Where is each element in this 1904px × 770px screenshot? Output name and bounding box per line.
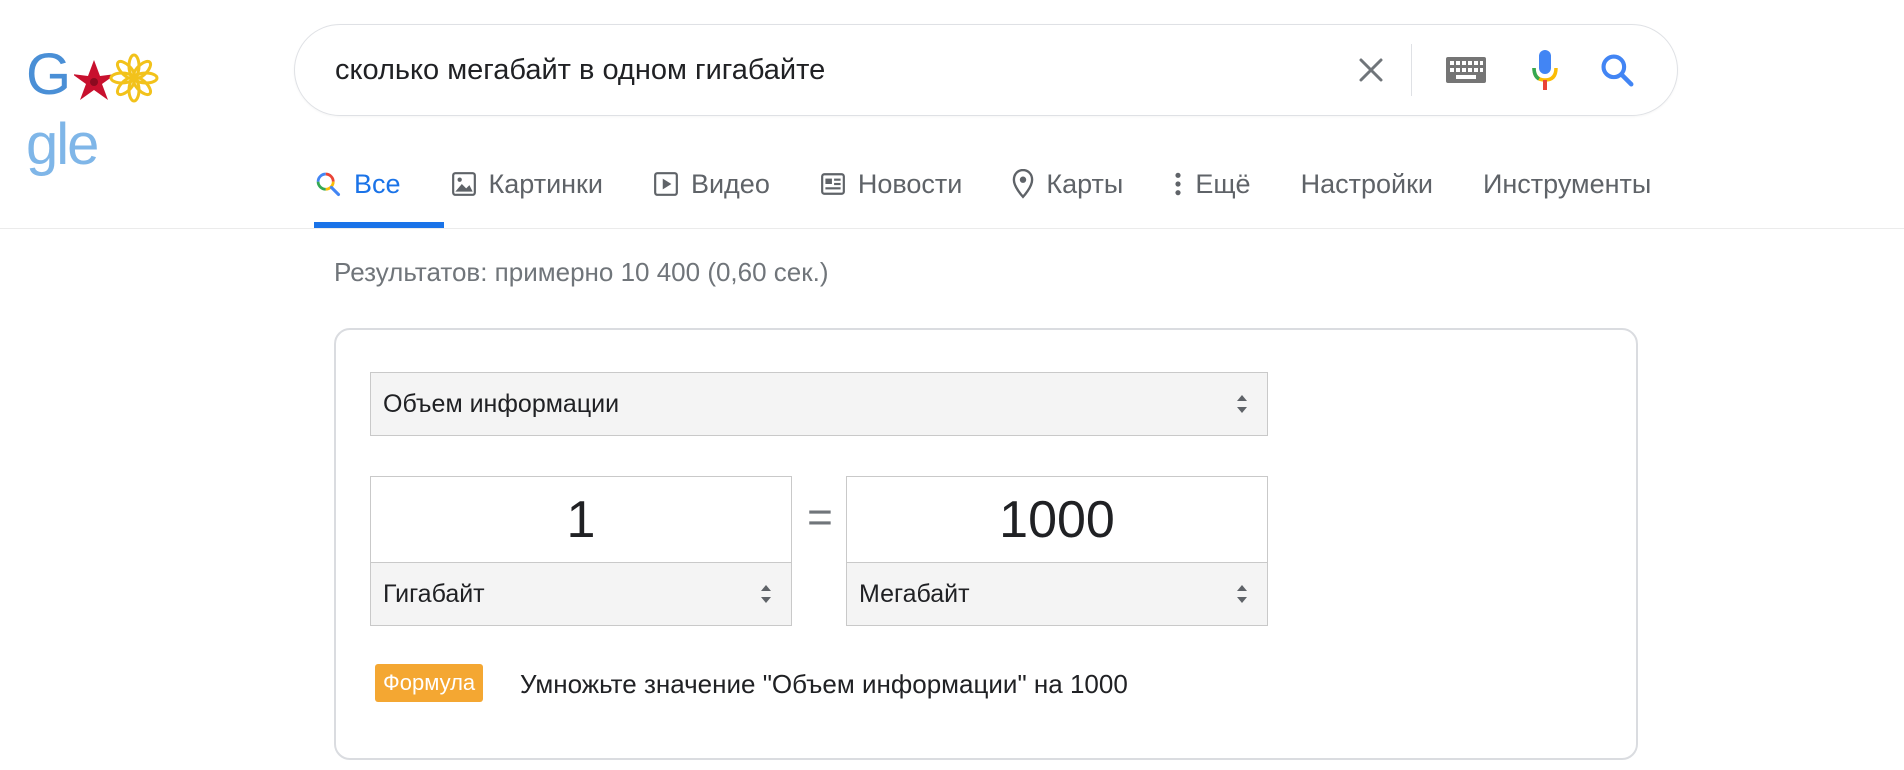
to-value-input[interactable] xyxy=(846,476,1268,564)
search-icon xyxy=(316,172,341,197)
tab-maps-label: Карты xyxy=(1046,168,1124,199)
doodle-flowers-icon xyxy=(74,53,159,103)
search-tabs: Все Картинки Видео Новости Карты Ещё Нас… xyxy=(314,160,1701,228)
select-arrows-icon xyxy=(761,585,771,603)
tab-settings-label: Настройки xyxy=(1300,168,1433,199)
select-arrows-icon xyxy=(1237,585,1247,603)
map-pin-icon xyxy=(1013,169,1034,199)
keyboard-icon xyxy=(1446,57,1486,83)
tab-more[interactable]: Ещё xyxy=(1173,160,1251,208)
tab-video-label: Видео xyxy=(690,168,770,199)
image-icon xyxy=(451,172,476,196)
to-unit-select[interactable]: Мегабайт xyxy=(846,562,1268,626)
tab-all-label: Все xyxy=(354,168,401,199)
to-unit-value: Мегабайт xyxy=(859,579,970,608)
microphone-icon xyxy=(1532,50,1558,90)
close-icon xyxy=(1359,58,1383,82)
from-unit-value: Гигабайт xyxy=(383,579,485,608)
equals-sign: = xyxy=(807,493,833,542)
search-divider xyxy=(1411,44,1412,96)
clear-search-button[interactable] xyxy=(1341,25,1401,115)
video-icon xyxy=(654,172,678,196)
tab-all[interactable]: Все xyxy=(314,160,401,208)
tab-settings[interactable]: Настройки xyxy=(1301,160,1433,208)
tab-news[interactable]: Новости xyxy=(820,160,963,208)
news-icon xyxy=(820,173,845,195)
voice-search-button[interactable] xyxy=(1517,25,1573,115)
category-select[interactable]: Объем информации xyxy=(370,372,1268,436)
search-box[interactable] xyxy=(294,24,1678,116)
tab-images-label: Картинки xyxy=(488,168,603,199)
search-input[interactable] xyxy=(335,25,1335,115)
tab-maps[interactable]: Карты xyxy=(1012,160,1123,208)
unit-converter-card: Объем информации = Гигабайт Мегабайт Фор… xyxy=(334,328,1638,760)
select-arrows-icon xyxy=(1237,395,1247,413)
tab-video[interactable]: Видео xyxy=(653,160,770,208)
tab-more-label: Ещё xyxy=(1195,168,1251,199)
search-icon xyxy=(1601,54,1634,87)
tab-tools-label: Инструменты xyxy=(1482,168,1652,199)
search-submit-button[interactable] xyxy=(1583,25,1651,115)
google-logo[interactable]: Ggle xyxy=(26,40,202,177)
more-vert-icon xyxy=(1175,172,1181,196)
from-value-input[interactable] xyxy=(370,476,792,564)
formula-text: Умножьте значение "Объем информации" на … xyxy=(520,669,1128,699)
tab-images[interactable]: Картинки xyxy=(451,160,603,208)
formula-badge: Формула xyxy=(375,664,484,702)
from-unit-select[interactable]: Гигабайт xyxy=(370,562,792,626)
tab-tools[interactable]: Инструменты xyxy=(1483,160,1651,208)
keyboard-button[interactable] xyxy=(1433,25,1499,115)
header-divider xyxy=(0,228,1904,229)
tab-news-label: Новости xyxy=(857,168,963,199)
result-stats: Результатов: примерно 10 400 (0,60 сек.) xyxy=(334,257,829,287)
category-select-value: Объем информации xyxy=(383,389,620,418)
